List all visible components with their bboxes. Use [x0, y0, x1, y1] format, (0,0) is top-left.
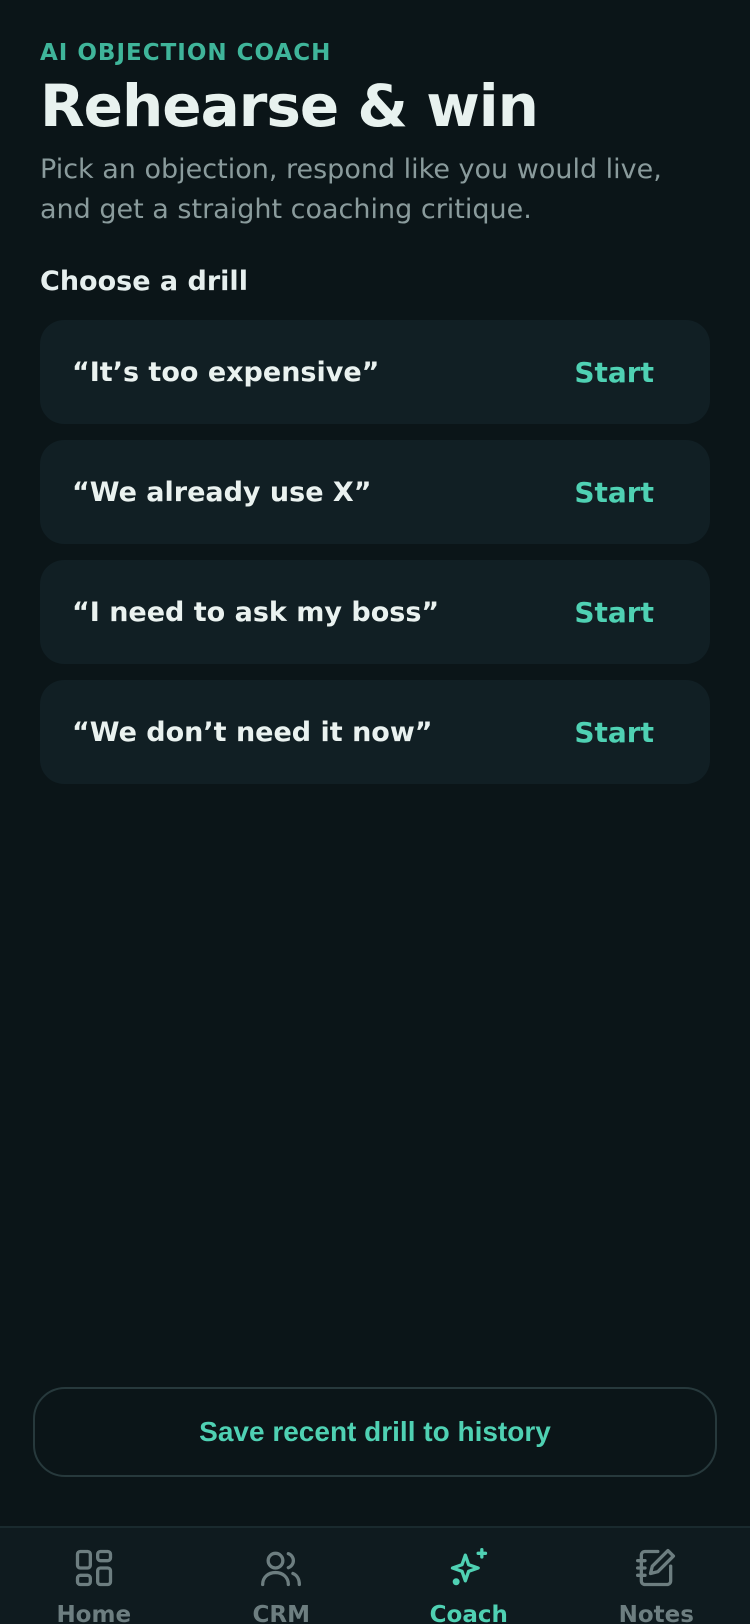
start-button[interactable]: Start	[574, 716, 654, 749]
users-icon	[259, 1546, 303, 1594]
sparkles-icon	[447, 1546, 491, 1594]
tab-label: Notes	[618, 1602, 694, 1624]
drill-title: “We don’t need it now”	[72, 716, 433, 748]
start-button[interactable]: Start	[574, 356, 654, 389]
start-button[interactable]: Start	[574, 596, 654, 629]
tab-label: Home	[56, 1602, 132, 1624]
drill-card[interactable]: “I need to ask my boss” Start	[40, 560, 710, 664]
drill-card[interactable]: “We don’t need it now” Start	[40, 680, 710, 784]
page-eyebrow: AI OBJECTION COACH	[40, 40, 332, 66]
notebook-icon	[634, 1546, 678, 1594]
drill-card[interactable]: “It’s too expensive” Start	[40, 320, 710, 424]
drill-title: “We already use X”	[72, 476, 372, 508]
page-title: Rehearse & win	[40, 72, 539, 140]
section-label: Choose a drill	[40, 266, 248, 297]
tab-label: Coach	[429, 1602, 508, 1624]
drill-title: “It’s too expensive”	[72, 356, 380, 388]
tab-crm[interactable]: CRM	[188, 1528, 376, 1624]
tab-label: CRM	[252, 1602, 310, 1624]
save-drill-button[interactable]: Save recent drill to history	[33, 1387, 717, 1477]
drill-title: “I need to ask my boss”	[72, 596, 440, 628]
bottom-tab-bar: Home CRM Coach Notes	[0, 1526, 750, 1624]
tab-home[interactable]: Home	[0, 1528, 188, 1624]
grid-icon	[72, 1546, 116, 1594]
tab-coach[interactable]: Coach	[375, 1528, 563, 1624]
drill-list: “It’s too expensive” Start “We already u…	[40, 320, 710, 800]
start-button[interactable]: Start	[574, 476, 654, 509]
page-subtitle: Pick an objection, respond like you woul…	[40, 154, 662, 225]
tab-notes[interactable]: Notes	[563, 1528, 750, 1624]
drill-card[interactable]: “We already use X” Start	[40, 440, 710, 544]
coach-screen: AI OBJECTION COACH Rehearse & win Pick a…	[0, 0, 750, 1624]
